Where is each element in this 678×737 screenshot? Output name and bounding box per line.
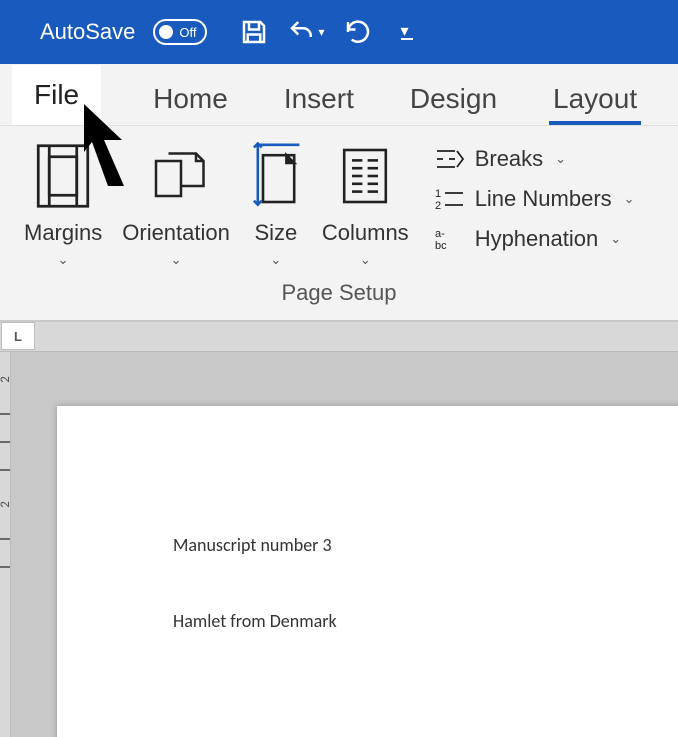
ribbon-page-setup-group: Margins ⌄ Orientation ⌄ [0, 126, 678, 321]
svg-text:bc: bc [435, 240, 447, 251]
columns-label: Columns [322, 220, 409, 246]
document-line: Hamlet from Denmark [173, 610, 678, 632]
size-label: Size [254, 220, 297, 246]
columns-icon [339, 143, 391, 209]
tab-insert[interactable]: Insert [280, 73, 358, 125]
ruler-tick [0, 413, 10, 415]
ribbon-group-label: Page Setup [14, 268, 664, 314]
document-page[interactable]: Manuscript number 3 Hamlet from Denmark [57, 406, 678, 737]
tab-selector[interactable]: L [1, 322, 35, 350]
autosave-toggle[interactable]: Off [153, 19, 206, 45]
chevron-down-icon: ⌄ [270, 252, 281, 268]
size-button[interactable]: Size ⌄ [240, 140, 312, 268]
horizontal-ruler[interactable]: L [0, 322, 678, 352]
breaks-button[interactable]: Breaks ⌄ [435, 146, 635, 172]
tab-layout[interactable]: Layout [549, 73, 641, 125]
autosave-state: Off [179, 25, 196, 40]
hyphenation-button[interactable]: a- bc Hyphenation ⌄ [435, 226, 635, 252]
orientation-label: Orientation [122, 220, 230, 246]
ruler-tick [0, 566, 10, 568]
orientation-button[interactable]: Orientation ⌄ [112, 140, 240, 268]
redo-button[interactable] [343, 17, 373, 47]
chevron-down-icon: ⌄ [58, 252, 69, 268]
chevron-down-icon: ⌄ [360, 252, 371, 268]
chevron-down-icon: ⌄ [610, 231, 621, 247]
chevron-down-bar-icon: ▾ [401, 24, 413, 40]
line-numbers-button[interactable]: 1 2 Line Numbers ⌄ [435, 186, 635, 212]
line-numbers-icon: 1 2 [435, 187, 465, 211]
ruler-tick [0, 469, 10, 471]
svg-text:2: 2 [435, 200, 441, 211]
breaks-icon [435, 147, 465, 171]
columns-button[interactable]: Columns ⌄ [312, 140, 419, 268]
chevron-down-icon: ▾ [319, 25, 325, 39]
size-icon [250, 142, 302, 210]
save-icon [239, 17, 269, 47]
ruler-tick [0, 538, 10, 540]
tab-file[interactable]: File [12, 65, 101, 125]
document-workspace: 2 2 Manuscript number 3 Hamlet from Denm… [0, 352, 678, 737]
ruler-tick [0, 441, 10, 443]
chevron-down-icon: ⌄ [555, 151, 566, 167]
chevron-down-icon: ⌄ [171, 252, 182, 268]
margins-button[interactable]: Margins ⌄ [14, 140, 112, 268]
title-bar: AutoSave Off ▾ ▾ [0, 0, 678, 64]
margins-icon [35, 143, 91, 209]
line-numbers-label: Line Numbers [475, 186, 612, 212]
svg-text:a-: a- [435, 228, 445, 240]
orientation-icon [146, 143, 206, 209]
autosave-label: AutoSave [40, 19, 135, 45]
undo-button[interactable]: ▾ [287, 17, 325, 47]
vertical-ruler[interactable]: 2 2 [0, 352, 11, 737]
customize-qat-button[interactable]: ▾ [401, 24, 413, 40]
hyphenation-icon: a- bc [435, 227, 465, 251]
breaks-label: Breaks [475, 146, 543, 172]
toggle-knob-icon [159, 25, 173, 39]
document-line: Manuscript number 3 [173, 534, 678, 556]
redo-icon [343, 17, 373, 47]
save-button[interactable] [239, 17, 269, 47]
tab-home[interactable]: Home [149, 73, 232, 125]
margins-label: Margins [24, 220, 102, 246]
svg-text:1: 1 [435, 188, 441, 200]
chevron-down-icon: ⌄ [624, 191, 635, 207]
hyphenation-label: Hyphenation [475, 226, 599, 252]
tab-design[interactable]: Design [406, 73, 501, 125]
ribbon-tabs: File Home Insert Design Layout [0, 64, 678, 126]
undo-icon [287, 17, 317, 47]
